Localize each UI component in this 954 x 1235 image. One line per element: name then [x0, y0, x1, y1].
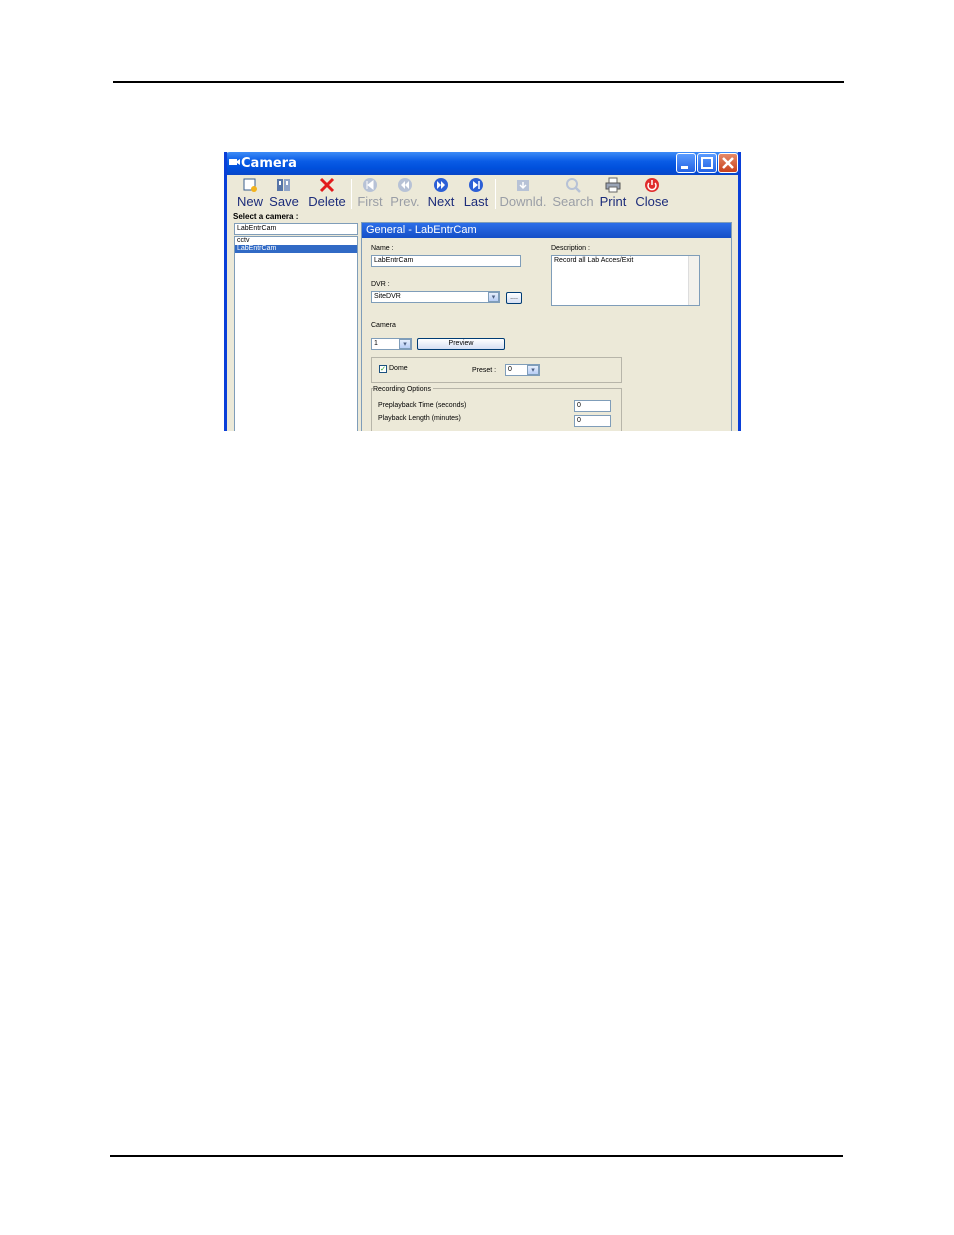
list-item[interactable]: LabEntrCam: [235, 245, 357, 253]
playback-label: Playback Length (minutes): [378, 415, 461, 422]
description-label: Description :: [551, 245, 590, 252]
dvr-value: SiteDVR: [374, 293, 401, 300]
close-window-button[interactable]: [718, 153, 738, 173]
camera-dropdown-arrow[interactable]: ▾: [399, 339, 411, 349]
toolbar-separator: [351, 179, 352, 209]
close-icon: [722, 157, 734, 169]
camera-label: Camera: [371, 322, 396, 329]
new-button[interactable]: New: [235, 177, 265, 211]
dome-label: Dome: [389, 365, 408, 372]
last-button[interactable]: Last: [461, 177, 491, 211]
toolbar-separator: [495, 179, 496, 209]
name-field[interactable]: LabEntrCam: [371, 255, 521, 267]
camera-search-input[interactable]: LabEntrCam: [234, 223, 358, 235]
search-button[interactable]: Search: [552, 177, 594, 211]
delete-label: Delete: [308, 194, 346, 209]
save-label: Save: [269, 194, 299, 209]
maximize-button[interactable]: [697, 153, 717, 173]
power-icon: [645, 178, 659, 192]
new-document-icon: [243, 178, 257, 192]
title-bar[interactable]: Camera: [227, 152, 738, 175]
select-camera-label: Select a camera :: [233, 212, 299, 221]
dvr-label: DVR :: [371, 281, 390, 288]
prev-label: Prev.: [390, 194, 420, 209]
description-scrollbar[interactable]: [688, 256, 699, 305]
first-label: First: [357, 194, 383, 209]
print-button[interactable]: Print: [598, 177, 628, 211]
download-label: Downld.: [499, 194, 547, 209]
new-label: New: [236, 194, 263, 209]
minimize-icon: [681, 166, 688, 169]
next-label: Next: [427, 194, 455, 209]
preset-dropdown-arrow[interactable]: ▾: [527, 365, 539, 375]
last-record-icon: [469, 178, 483, 192]
description-field[interactable]: Record all Lab Acces/Exit: [551, 255, 700, 306]
dvr-browse-button[interactable]: ....: [506, 292, 522, 304]
recording-options-group: Recording Options Preplayback Time (seco…: [371, 386, 622, 431]
camera-window: Camera New Save Delete First Prev. Next …: [224, 152, 741, 431]
close-label: Close: [635, 194, 669, 209]
camera-list[interactable]: cctv LabEntrCam: [234, 236, 358, 431]
first-button[interactable]: First: [355, 177, 385, 211]
footer-rule: [110, 1155, 843, 1157]
delete-x-icon: [319, 177, 335, 193]
save-icon: [277, 179, 290, 191]
dvr-dropdown-arrow[interactable]: ▾: [488, 292, 499, 302]
last-label: Last: [463, 194, 489, 209]
first-record-icon: [363, 178, 377, 192]
prev-button[interactable]: Prev.: [389, 177, 421, 211]
next-button[interactable]: Next: [426, 177, 456, 211]
minimize-button[interactable]: [676, 153, 696, 173]
preset-label: Preset :: [472, 367, 497, 374]
panel-title: General - LabEntrCam: [362, 223, 731, 238]
dvr-select[interactable]: SiteDVR: [371, 291, 500, 303]
preplayback-field[interactable]: 0: [574, 400, 611, 412]
save-button[interactable]: Save: [269, 177, 299, 211]
delete-button[interactable]: Delete: [306, 177, 348, 211]
preview-button[interactable]: Preview: [417, 338, 505, 350]
search-icon: [566, 178, 581, 193]
search-label: Search: [552, 194, 594, 209]
printer-icon: [605, 177, 621, 193]
name-label: Name :: [371, 245, 394, 252]
list-item[interactable]: cctv: [235, 237, 357, 245]
download-icon: [517, 180, 529, 191]
preset-value: 0: [508, 366, 512, 373]
close-button[interactable]: Close: [635, 177, 669, 211]
header-rule: [113, 81, 844, 83]
description-text: Record all Lab Acces/Exit: [554, 257, 634, 264]
recording-options-legend: Recording Options: [373, 386, 433, 393]
print-label: Print: [599, 194, 627, 209]
previous-record-icon: [398, 178, 412, 192]
maximize-icon: [701, 157, 713, 169]
playback-field[interactable]: 0: [574, 415, 611, 427]
camera-icon: [229, 159, 240, 165]
download-button[interactable]: Downld.: [499, 177, 547, 211]
camera-value: 1: [374, 340, 378, 347]
toolbar: New Save Delete First Prev. Next Last Do…: [227, 175, 675, 211]
window-title: Camera: [241, 156, 297, 171]
general-panel: General - LabEntrCam Name : LabEntrCam D…: [361, 222, 732, 431]
dome-checkbox[interactable]: ✓: [379, 365, 387, 373]
dome-group: ✓ Dome Preset : 0 ▾: [371, 357, 622, 383]
preplayback-label: Preplayback Time (seconds): [378, 402, 467, 409]
next-record-icon: [434, 178, 448, 192]
